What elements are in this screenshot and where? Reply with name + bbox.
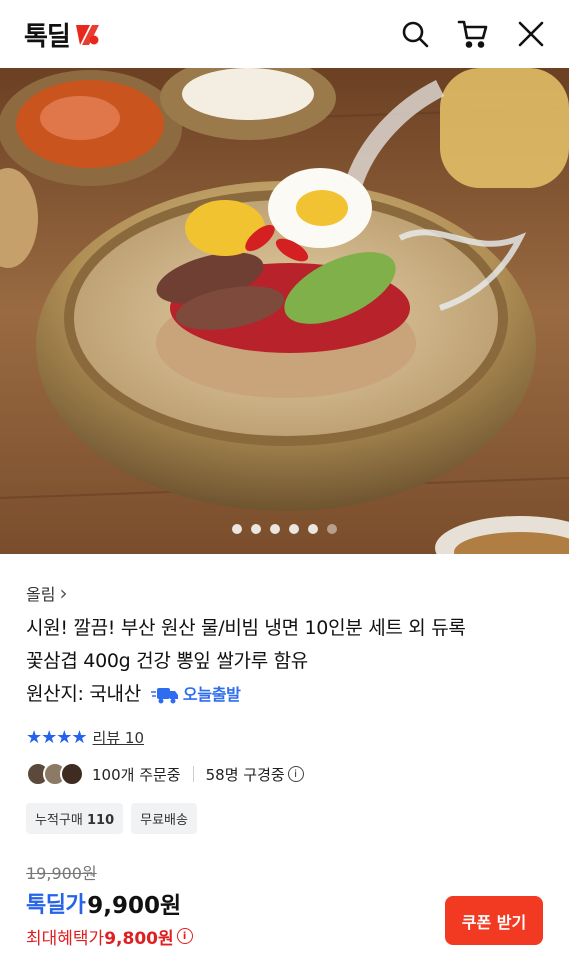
info-icon[interactable]: i bbox=[287, 766, 304, 782]
original-price: 19,900원 bbox=[26, 864, 97, 883]
deal-price: 9,900원 bbox=[87, 893, 182, 919]
cumulative-purchase-chip: 누적구매 110 bbox=[26, 803, 124, 834]
naengmyeon-bowl-image bbox=[0, 68, 569, 554]
origin-text: 원산지: 국내산 bbox=[26, 683, 141, 705]
product-image-carousel[interactable] bbox=[0, 68, 569, 554]
divider bbox=[192, 766, 194, 782]
title-line-2: 꽃삼겹 400g 건강 뽕잎 쌀가루 함유 bbox=[26, 650, 308, 672]
today-shipping-badge: 오늘출발 bbox=[150, 678, 241, 711]
rating-row: ★★★★ 리뷰 10 bbox=[26, 725, 543, 749]
carousel-dot[interactable] bbox=[251, 524, 261, 534]
today-shipping-label: 오늘출발 bbox=[182, 685, 241, 704]
chip-label: 무료배송 bbox=[140, 813, 188, 828]
star-rating-icon: ★★★★ bbox=[26, 726, 88, 748]
close-icon[interactable] bbox=[515, 18, 547, 50]
carousel-dot[interactable] bbox=[270, 524, 280, 534]
carousel-indicator bbox=[0, 524, 569, 534]
carousel-dot[interactable] bbox=[232, 524, 242, 534]
delivery-truck-icon bbox=[150, 687, 178, 703]
chevron-right-icon: › bbox=[59, 581, 68, 605]
logo-text: 톡딜 bbox=[24, 21, 71, 52]
social-proof-row: 100개 주문중 58명 구경중 i bbox=[26, 761, 543, 787]
tag-chips: 누적구매 110 무료배송 bbox=[26, 803, 543, 834]
orders-count: 100개 주문중 bbox=[92, 765, 181, 784]
chip-label: 누적구매 bbox=[35, 813, 83, 828]
buyer-avatars bbox=[26, 762, 84, 786]
brand-link[interactable]: 올림 › bbox=[26, 581, 543, 605]
deal-price-label: 톡딜가 bbox=[26, 893, 86, 918]
cart-icon[interactable] bbox=[457, 18, 489, 50]
logo-percent-icon bbox=[72, 21, 102, 47]
chip-value: 110 bbox=[86, 813, 115, 828]
product-info: 올림 › 시원! 깔끔! 부산 원산 물/비빔 냉면 10인분 세트 외 듀록 … bbox=[0, 554, 569, 949]
product-title: 시원! 깔끔! 부산 원산 물/비빔 냉면 10인분 세트 외 듀록 꽃삼겹 4… bbox=[26, 612, 543, 711]
max-benefit-label: 최대혜택가 bbox=[26, 928, 105, 949]
title-line-1: 시원! 깔끔! 부산 원산 물/비빔 냉면 10인분 세트 외 듀록 bbox=[26, 617, 466, 639]
review-link[interactable]: 리뷰 10 bbox=[93, 727, 144, 748]
search-icon[interactable] bbox=[399, 18, 431, 50]
avatar bbox=[60, 762, 84, 786]
max-benefit-price: 9,800원 bbox=[104, 928, 174, 949]
free-shipping-chip: 무료배송 bbox=[131, 803, 197, 834]
brand-name: 올림 bbox=[26, 585, 56, 604]
app-header: 톡딜 bbox=[0, 0, 569, 68]
logo[interactable]: 톡딜 bbox=[24, 16, 102, 53]
carousel-dot[interactable] bbox=[289, 524, 299, 534]
carousel-dot[interactable] bbox=[308, 524, 318, 534]
get-coupon-button[interactable]: 쿠폰 받기 bbox=[445, 896, 543, 945]
info-icon[interactable]: i bbox=[176, 928, 193, 944]
carousel-dot-active[interactable] bbox=[327, 524, 337, 534]
browsing-count: 58명 구경중 bbox=[205, 765, 285, 784]
